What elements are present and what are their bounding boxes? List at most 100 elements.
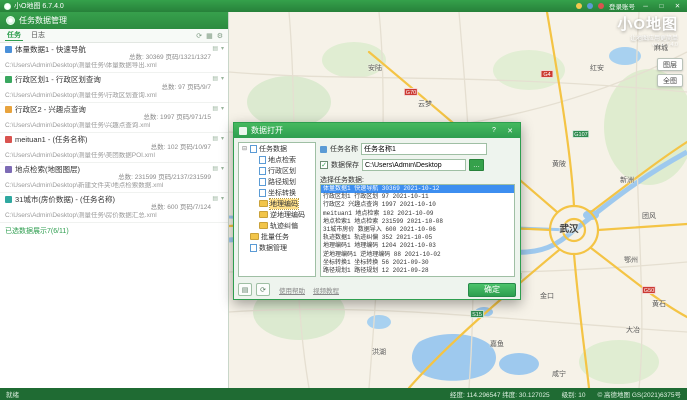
save-path-input[interactable]: [362, 159, 466, 171]
dialog-link-使用帮助[interactable]: 使用帮助: [279, 285, 305, 295]
tree-label: 地理编码: [270, 199, 298, 209]
close-button[interactable]: ✕: [672, 2, 683, 10]
map-city-label: 新洲: [620, 175, 634, 185]
task-data-row[interactable]: 地理编码1 地理编码 1204 2021-10-03: [321, 242, 514, 250]
road-shield: G70: [404, 88, 418, 96]
task-list-item[interactable]: meituan1 - (任务名称)▤▾总数: 102 页码/10/97C:\Us…: [0, 133, 228, 163]
sidebar-tab-日志[interactable]: 日志: [29, 30, 47, 41]
tree-item-地理编码[interactable]: 地理编码: [239, 198, 315, 209]
tree-item-任务数据[interactable]: ⊟任务数据: [239, 143, 315, 154]
layers-button[interactable]: 图层: [657, 58, 683, 71]
task-name-row: 任务名称: [320, 143, 515, 155]
dialog-links: 使用帮助视频教程: [279, 285, 339, 295]
refresh-list-icon[interactable]: ⟳: [256, 283, 270, 296]
task-data-row[interactable]: 坐标转换1 坐标转换 56 2021-09-30: [321, 259, 514, 267]
task-menu-icon[interactable]: ▾: [221, 195, 224, 204]
task-list: 体量数据1 - 快速导航▤▾总数: 30369 页码/1321/1327C:\U…: [0, 43, 228, 388]
task-list-item[interactable]: 行政区划1 - 行政区划查询 ▤▾总数: 97 页码/9/7C:\Users\Ad…: [0, 73, 228, 103]
map-city-label: 金口: [540, 291, 554, 301]
task-menu-icon[interactable]: ▾: [221, 45, 224, 54]
browse-folder-button[interactable]: …: [469, 159, 484, 171]
tree-item-批量任务[interactable]: 批量任务: [239, 231, 315, 242]
map-city-label: 武汉: [559, 221, 578, 235]
task-list-item[interactable]: 31城市(房价数据) - (任务名称)▤▾总数: 600 页码/7/124C:\…: [0, 193, 228, 223]
task-menu-icon[interactable]: ▾: [221, 165, 224, 174]
task-stats: 总数: 97 页码/9/7: [5, 84, 224, 92]
task-table-icon[interactable]: ▤: [212, 195, 218, 204]
file-icon: [259, 178, 266, 186]
skin-red-icon[interactable]: [598, 3, 604, 9]
task-type-icon: [5, 136, 12, 143]
task-name-input[interactable]: [361, 143, 487, 155]
status-segment: 就绪: [6, 389, 19, 399]
task-stats: 总数: 102 页码/10/97: [5, 144, 224, 152]
task-table-icon[interactable]: ▤: [212, 75, 218, 84]
task-data-row[interactable]: 逆地理编码1 逆地理编码 88 2021-10-02: [321, 251, 514, 259]
map-city-label: 咸宁: [552, 369, 566, 379]
ok-button[interactable]: 确定: [468, 283, 516, 297]
task-path: C:\Users\Admin\Desktop\测量任务\体量数据导出.xml: [5, 62, 224, 70]
minimize-button[interactable]: ─: [640, 3, 651, 10]
list-view-icon[interactable]: ▤: [238, 283, 252, 296]
maximize-button[interactable]: □: [656, 3, 667, 10]
task-data-row[interactable]: meituan1 地点检索 102 2021-10-09: [321, 210, 514, 218]
tree-item-数据管理[interactable]: 数据管理: [239, 242, 315, 253]
map-city-label: 黄石: [652, 299, 666, 309]
map-city-label: 大冶: [626, 325, 640, 335]
task-table-icon[interactable]: ▤: [212, 105, 218, 114]
tree-item-坐标转换[interactable]: 坐标转换: [239, 187, 315, 198]
task-table-icon[interactable]: ▤: [212, 165, 218, 174]
dialog-title: 数据打开: [251, 125, 283, 136]
tree-item-地点检索[interactable]: 地点检索: [239, 154, 315, 165]
tree-item-行政区划[interactable]: 行政区划: [239, 165, 315, 176]
task-menu-icon[interactable]: ▾: [221, 135, 224, 144]
dialog-link-视频教程[interactable]: 视频教程: [313, 285, 339, 295]
task-list-item[interactable]: 体量数据1 - 快速导航▤▾总数: 30369 页码/1321/1327C:\U…: [0, 43, 228, 73]
file-icon: [259, 189, 266, 197]
task-list-item[interactable]: 地点检索(地图图层)▤▾总数: 231599 页码/2137/231599C:\…: [0, 163, 228, 193]
task-data-row[interactable]: 体量数据1 快速导航 30369 2021-10-12: [321, 185, 514, 193]
map-city-label: 云梦: [418, 99, 432, 109]
map-city-label: 安陆: [368, 63, 382, 73]
task-data-row[interactable]: 地点检索1 地点检索 231599 2021-10-08: [321, 218, 514, 226]
tree-item-路径规划[interactable]: 路径规划: [239, 176, 315, 187]
task-list-item[interactable]: 行政区2 - 兴趣点查询▤▾总数: 1997 页码/971/15C:\Users…: [0, 103, 228, 133]
tree-item-轨迹纠偏[interactable]: 轨迹纠偏: [239, 220, 315, 231]
task-type-icon: [5, 76, 12, 83]
status-segment: 经度: 114.296547 纬度: 30.127025: [450, 389, 550, 399]
task-menu-icon[interactable]: ▾: [221, 105, 224, 114]
dialog-help-button[interactable]: ?: [489, 127, 499, 135]
sidebar-tab-任务[interactable]: 任务: [5, 30, 23, 41]
save-checkbox[interactable]: ✓: [320, 161, 328, 169]
tree-expander-icon[interactable]: ⊟: [241, 145, 248, 152]
task-table-icon[interactable]: ▤: [212, 135, 218, 144]
task-type-icon: [5, 166, 12, 173]
tree-item-逆地理编码[interactable]: 逆地理编码: [239, 209, 315, 220]
task-data-row[interactable]: 行政区2 兴趣点查询 1997 2021-10-10: [321, 201, 514, 209]
task-title: 行政区2 - 兴趣点查询: [15, 105, 86, 114]
task-path: C:\Users\Admin\Desktop\测量任务\行政区划查询.xml: [5, 92, 224, 100]
road-shield: G107: [572, 130, 589, 138]
login-account-button[interactable]: 登录账号: [609, 1, 635, 11]
refresh-icon[interactable]: ⟳: [196, 32, 202, 40]
task-data-row[interactable]: 路径规划1 路径规划 12 2021-09-28: [321, 267, 514, 275]
skin-yellow-icon[interactable]: [576, 3, 582, 9]
folder-icon: [250, 233, 259, 240]
task-table-icon[interactable]: ▤: [212, 45, 218, 54]
file-icon: [259, 156, 266, 164]
task-data-row[interactable]: 31城市房价 数据导入 600 2021-10-06: [321, 226, 514, 234]
skin-blue-icon[interactable]: [587, 3, 593, 9]
task-title: 行政区划1 - 行政区划查询: [15, 75, 101, 84]
dialog-titlebar[interactable]: 数据打开 ? ✕: [234, 123, 520, 138]
tree-label: 逆地理编码: [270, 210, 305, 220]
task-title: 体量数据1 - 快速导航: [15, 45, 86, 54]
grid-icon[interactable]: ▦: [206, 32, 213, 40]
dialog-close-button[interactable]: ✕: [505, 127, 515, 135]
settings-icon[interactable]: ⚙: [217, 32, 223, 40]
folder-icon: [259, 200, 268, 207]
tree-label: 数据管理: [259, 243, 287, 253]
map-city-label: 嘉鱼: [490, 339, 504, 349]
task-menu-icon[interactable]: ▾: [221, 75, 224, 84]
tree-label: 轨迹纠偏: [270, 221, 298, 231]
full-extent-button[interactable]: 全图: [657, 74, 683, 87]
